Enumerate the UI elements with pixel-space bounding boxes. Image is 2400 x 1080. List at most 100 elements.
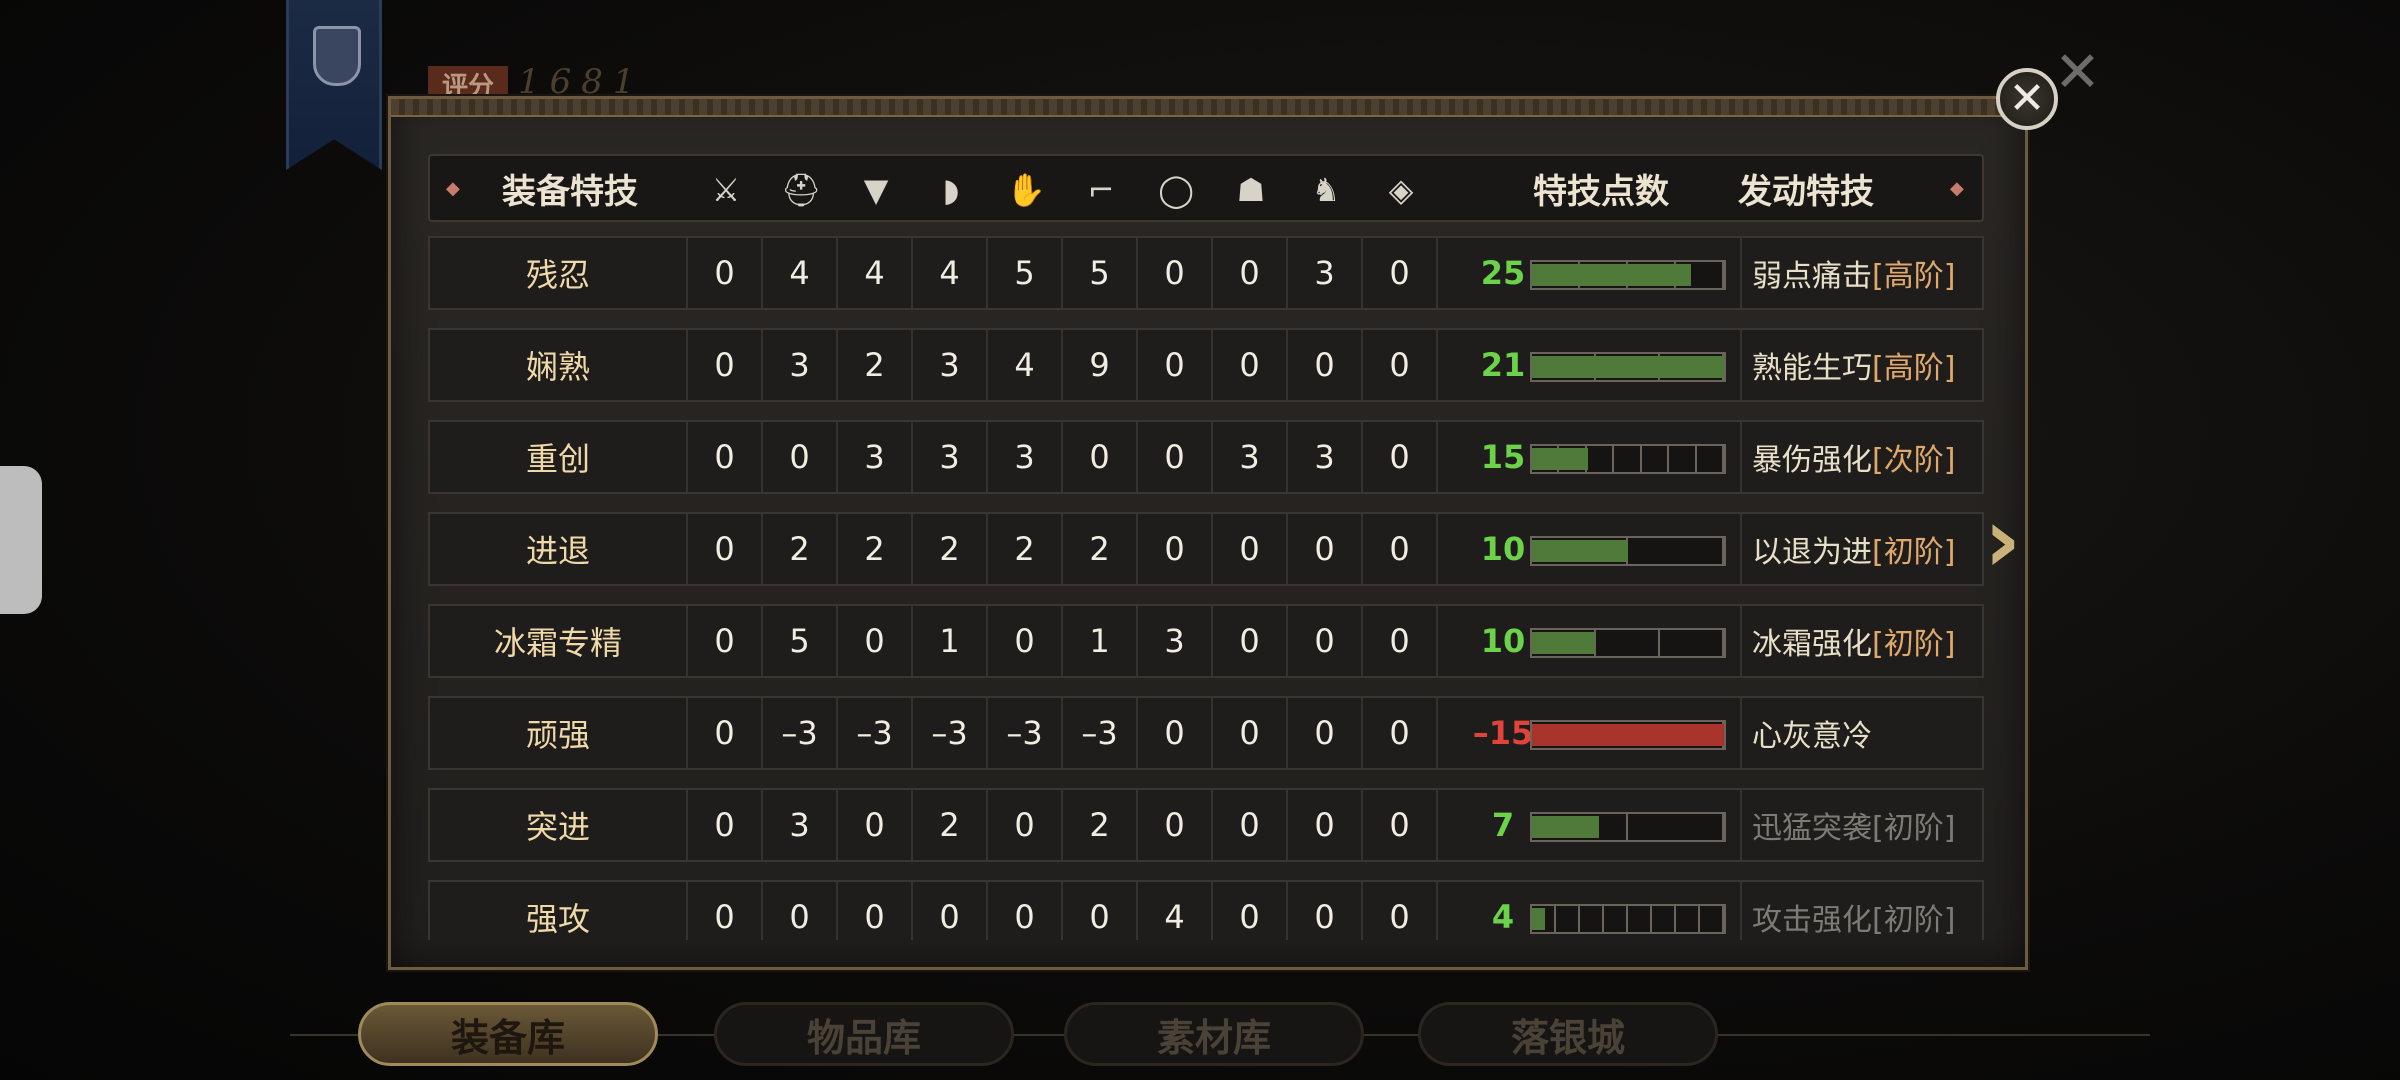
slot-value: 0	[1363, 790, 1438, 860]
shoulder-icon: ◗	[942, 171, 960, 209]
side-drawer-handle[interactable]	[0, 466, 42, 614]
slot-value: 3	[763, 330, 838, 400]
slot-value: 0	[1213, 330, 1288, 400]
skill-progress-bar	[1530, 904, 1726, 934]
slot-value: 2	[838, 330, 913, 400]
slot-value: 0	[1213, 790, 1288, 860]
slot-value: 0	[1288, 790, 1363, 860]
progress-segment	[1676, 906, 1700, 932]
slot-value: 1	[913, 606, 988, 676]
slot-value: 0	[1363, 514, 1438, 584]
row-skill-name: 重创	[430, 422, 688, 492]
slot-value: 2	[913, 514, 988, 584]
close-button[interactable]: ✕	[1996, 68, 2058, 130]
slot-value: 2	[913, 790, 988, 860]
slot-value: 0	[1363, 882, 1438, 940]
slot-value: 0	[1063, 882, 1138, 940]
header-equip-skill: 装备特技	[502, 171, 638, 212]
slot-value: –3	[988, 698, 1063, 768]
skill-points: 25	[1480, 254, 1526, 292]
table-row[interactable]: 强攻 0 0 0 0 0 0 4 0 0 0 4 攻击强化 [初阶]	[428, 880, 1984, 940]
table-row[interactable]: 娴熟 0 3 2 3 4 9 0 0 0 0 21 熟能生巧 [高阶]	[428, 328, 1984, 402]
next-page-chevron-icon[interactable]: ›	[1984, 496, 2021, 586]
ring-icon: ◯	[1158, 171, 1194, 209]
slot-value: 0	[1288, 330, 1363, 400]
slot-value: 2	[1063, 514, 1138, 584]
close-icon-shadow: ✕	[2054, 40, 2101, 105]
row-skill-name: 冰霜专精	[430, 606, 688, 676]
table-row[interactable]: 突进 0 3 0 2 0 2 0 0 0 0 7 迅猛突袭 [初阶]	[428, 788, 1984, 862]
slot-value: 0	[1213, 882, 1288, 940]
active-skill: 弱点痛击 [高阶]	[1740, 238, 1980, 308]
row-skill-name: 进退	[430, 514, 688, 584]
slot-value: 0	[1363, 606, 1438, 676]
progress-fill	[1532, 356, 1724, 378]
table-row[interactable]: 残忍 0 4 4 4 5 5 0 0 3 0 25 弱点痛击 [高阶]	[428, 236, 1984, 310]
slot-value: 3	[913, 330, 988, 400]
active-skill-name: 心灰意冷	[1752, 719, 1872, 754]
slot-value: 0	[763, 882, 838, 940]
tab-luoyin-city[interactable]: 落银城	[1418, 1002, 1718, 1066]
tab-items[interactable]: 物品库	[714, 1002, 1014, 1066]
progress-segment	[1596, 630, 1660, 656]
slot-value: 5	[763, 606, 838, 676]
slot-value: 0	[763, 422, 838, 492]
slot-value: 0	[1213, 238, 1288, 308]
slot-value: 4	[838, 238, 913, 308]
table-header: ◆ 装备特技 ⚔ ⛑ ▼ ◗ ✋ ⌐ ◯ ☗ ♞ ◈ 特技点数 发动特技 ◆	[428, 154, 1984, 222]
progress-segment	[1628, 814, 1724, 840]
slot-value: 0	[1138, 238, 1213, 308]
slot-value: 4	[763, 238, 838, 308]
skill-progress-bar	[1530, 536, 1726, 566]
tab-materials[interactable]: 素材库	[1064, 1002, 1364, 1066]
progress-segment	[1614, 446, 1642, 472]
slot-value: 3	[988, 422, 1063, 492]
table-row[interactable]: 进退 0 2 2 2 2 2 0 0 0 0 10 以退为进 [初阶]	[428, 512, 1984, 586]
slot-value: 3	[1288, 422, 1363, 492]
table-row[interactable]: 冰霜专精 0 5 0 1 0 1 3 0 0 0 10 冰霜强化 [初阶]	[428, 604, 1984, 678]
slot-value: 3	[1288, 238, 1363, 308]
slot-value: 0	[988, 790, 1063, 860]
diamond-icon: ◆	[1950, 177, 1964, 199]
progress-fill	[1532, 724, 1724, 746]
row-skill-name: 顽强	[430, 698, 688, 768]
slot-value: 9	[1063, 330, 1138, 400]
diamond-icon: ◆	[446, 177, 460, 199]
slot-value: 3	[1138, 606, 1213, 676]
active-skill-name: 迅猛突袭	[1752, 811, 1872, 846]
slot-value: 5	[988, 238, 1063, 308]
skill-progress-bar	[1530, 444, 1726, 474]
progress-fill	[1532, 816, 1600, 838]
horse-icon: ♞	[1311, 171, 1341, 209]
row-skill-name: 娴熟	[430, 330, 688, 400]
slot-value: 0	[1288, 514, 1363, 584]
progress-segment	[1580, 906, 1604, 932]
skill-progress-bar	[1530, 720, 1726, 750]
slot-value: 2	[1063, 790, 1138, 860]
slot-value: 0	[1288, 606, 1363, 676]
progress-segment	[1587, 446, 1615, 472]
guild-banner[interactable]	[286, 0, 382, 170]
amulet-icon: ◈	[1388, 171, 1414, 209]
table-row[interactable]: 顽强 0 –3 –3 –3 –3 –3 0 0 0 0 –15 心灰意冷	[428, 696, 1984, 770]
chest-armor-icon: ▼	[863, 171, 889, 209]
slot-value: –3	[1063, 698, 1138, 768]
slot-value: 0	[1138, 330, 1213, 400]
slot-value: 0	[913, 882, 988, 940]
active-skill-name: 弱点痛击	[1752, 259, 1872, 294]
row-skill-name: 残忍	[430, 238, 688, 308]
progress-fill	[1532, 632, 1596, 654]
slot-value: –3	[913, 698, 988, 768]
slot-value: 0	[688, 330, 763, 400]
mask-icon: ☗	[1236, 171, 1266, 209]
skill-table[interactable]: 残忍 0 4 4 4 5 5 0 0 3 0 25 弱点痛击 [高阶] 娴熟 0 3 2 3 4 9 0 0 0 0 21 熟能生巧…	[428, 236, 1984, 940]
panel-trim	[391, 99, 2025, 117]
slot-value: 0	[688, 790, 763, 860]
active-skill: 迅猛突袭 [初阶]	[1740, 790, 1980, 860]
slot-value: –3	[838, 698, 913, 768]
slot-value: 3	[1213, 422, 1288, 492]
slot-value: 0	[1213, 606, 1288, 676]
tab-equipment[interactable]: 装备库	[358, 1002, 658, 1066]
table-row[interactable]: 重创 0 0 3 3 3 0 0 3 3 0 15 暴伤强化 [次阶]	[428, 420, 1984, 494]
progress-segment	[1697, 446, 1724, 472]
